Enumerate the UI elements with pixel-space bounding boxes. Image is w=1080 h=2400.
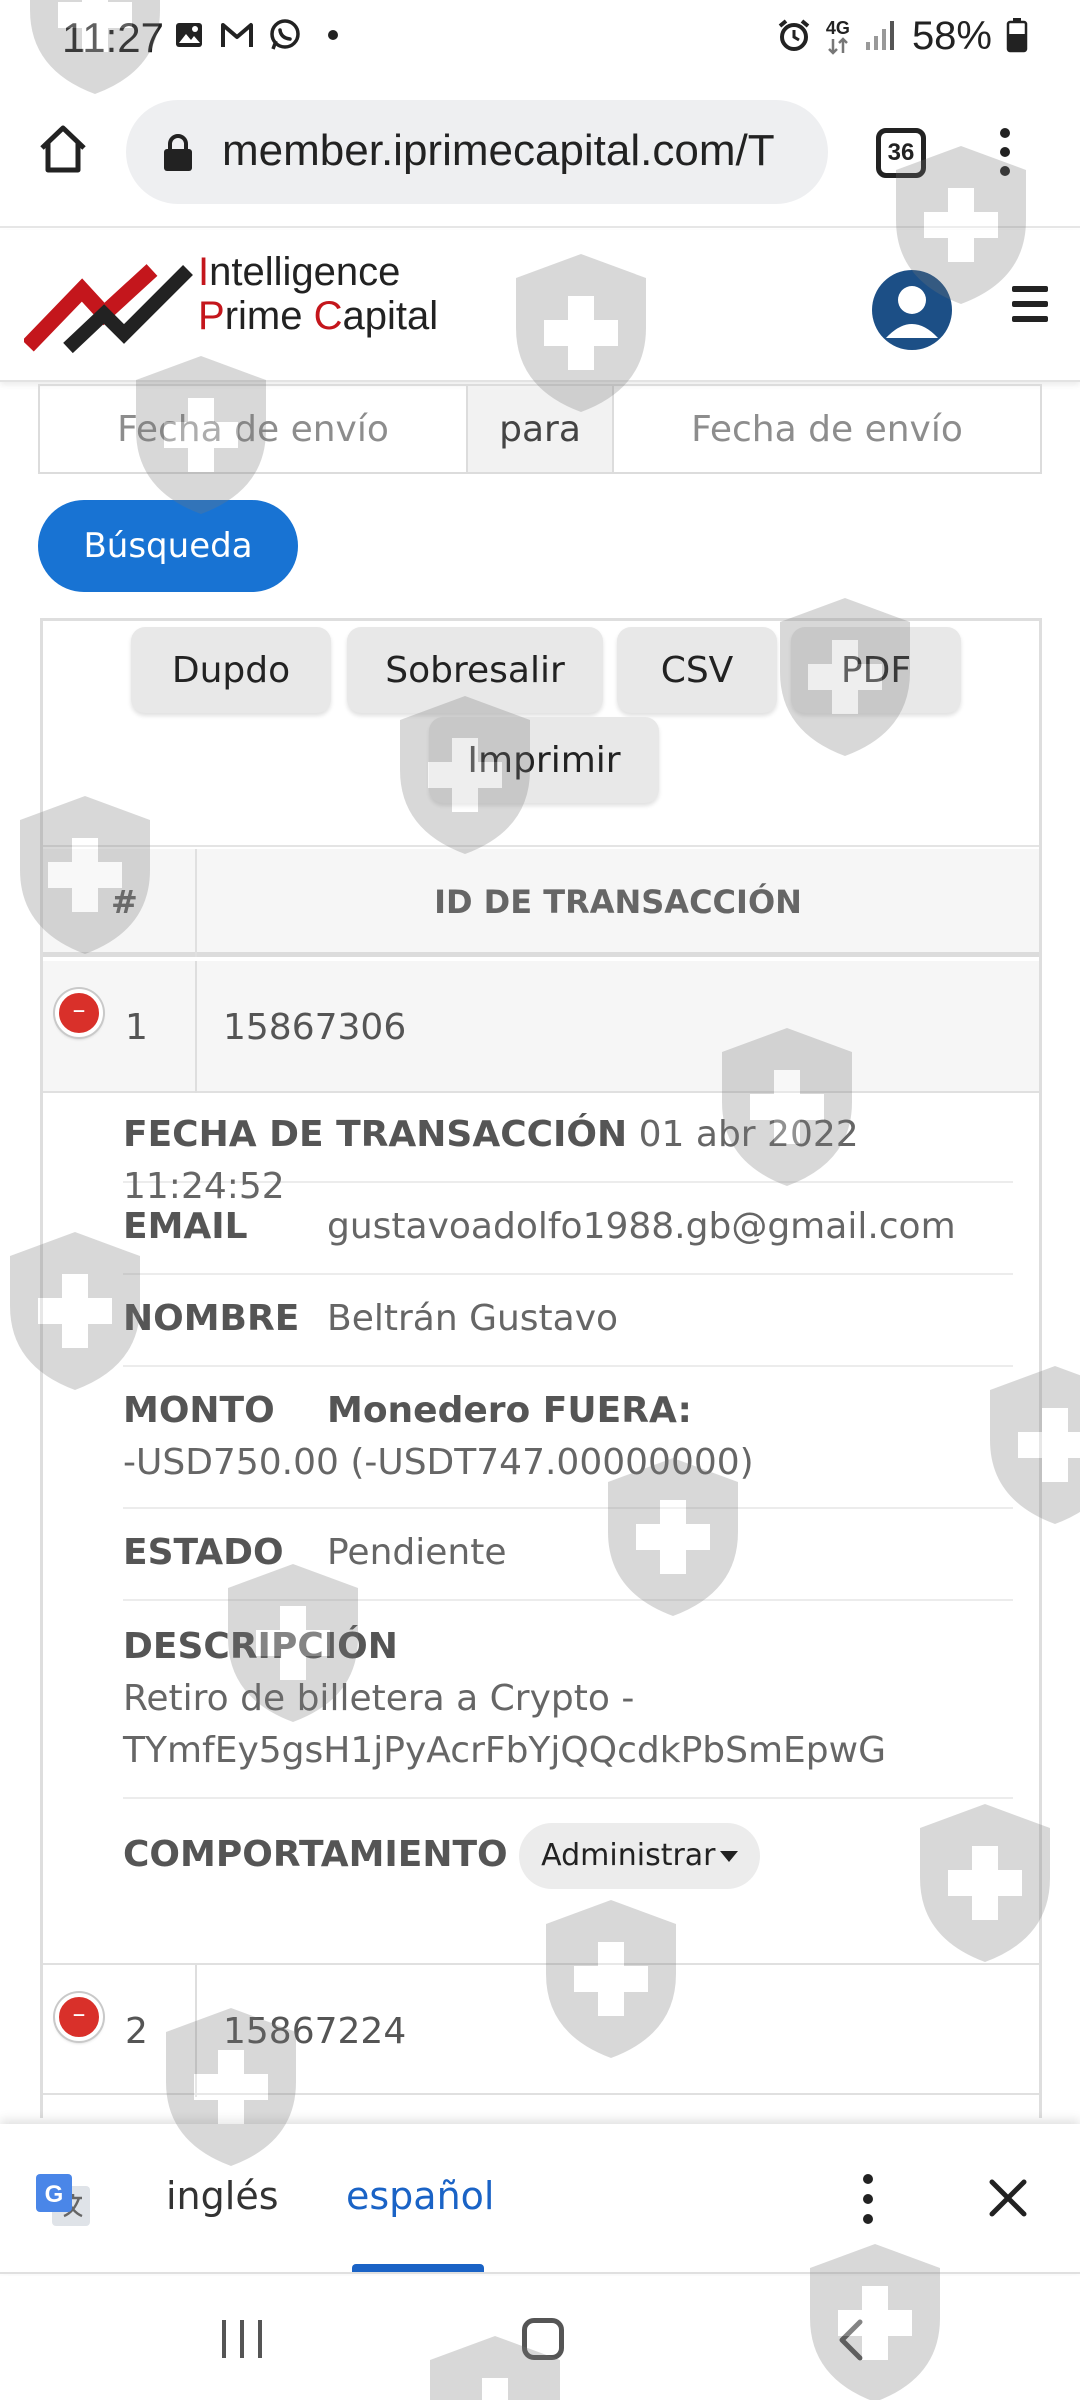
logo-word: ntelligence bbox=[209, 250, 401, 294]
gallery-icon bbox=[172, 18, 206, 52]
tab-switcher-button[interactable]: 36 bbox=[876, 128, 926, 178]
lock-icon bbox=[162, 134, 194, 172]
translate-menu-icon[interactable] bbox=[856, 2174, 880, 2224]
csv-button[interactable]: CSV bbox=[617, 627, 777, 713]
home-nav-icon[interactable] bbox=[522, 2318, 564, 2360]
google-translate-icon[interactable]: G bbox=[34, 2172, 92, 2230]
admin-dropdown-label: Administrar bbox=[541, 1838, 716, 1873]
logo-icon[interactable] bbox=[22, 250, 194, 360]
more-notifications-dot bbox=[316, 18, 350, 52]
collapse-row-icon[interactable]: – bbox=[55, 989, 103, 1037]
url-text: member.iprimecapital.com/T bbox=[222, 126, 775, 175]
detail-value: Pendiente bbox=[327, 1532, 507, 1573]
table-header: # ID DE TRANSACCIÓN bbox=[43, 849, 1039, 957]
system-status: 4G 58% bbox=[776, 14, 1028, 59]
signal-icon bbox=[864, 18, 898, 56]
network-type: 4G bbox=[825, 17, 850, 38]
detail-value: gustavoadolfo1988.gb@gmail.com bbox=[327, 1206, 956, 1247]
row-index: 2 bbox=[125, 2011, 148, 2052]
detail-description: DESCRIPCIÓN Retiro de billetera a Crypto… bbox=[123, 1601, 1013, 1799]
address-bar[interactable]: member.iprimecapital.com/T bbox=[126, 100, 828, 204]
browser-menu-icon[interactable] bbox=[990, 122, 1020, 182]
detail-label: EMAIL bbox=[123, 1206, 248, 1247]
logo-word: apital bbox=[342, 294, 439, 338]
detail-label: MONTO bbox=[123, 1390, 275, 1431]
detail-value: TYmfEy5gsH1jPyAcrFbYjQQcdkPbSmEpwG bbox=[123, 1730, 886, 1771]
detail-label: COMPORTAMIENTO bbox=[123, 1834, 508, 1875]
gmail-icon bbox=[220, 18, 254, 52]
logo-letter: C bbox=[313, 294, 343, 338]
column-divider bbox=[195, 961, 197, 1093]
language-source-tab[interactable]: inglés bbox=[166, 2174, 279, 2218]
whatsapp-icon bbox=[268, 18, 302, 52]
column-header-transaction-id[interactable]: ID DE TRANSACCIÓN bbox=[197, 883, 1039, 921]
active-tab-indicator bbox=[352, 2264, 484, 2272]
detail-label: DESCRIPCIÓN bbox=[123, 1626, 398, 1667]
admin-dropdown[interactable]: Administrar bbox=[519, 1823, 760, 1889]
notification-icons bbox=[172, 18, 350, 52]
row-transaction-id: 15867224 bbox=[223, 2011, 407, 2052]
collapse-row-icon[interactable]: – bbox=[55, 1993, 103, 2041]
table-row[interactable]: – 2 15867224 bbox=[43, 1963, 1039, 2097]
detail-value: Retiro de billetera a Crypto - bbox=[123, 1678, 635, 1719]
battery-percentage: 58% bbox=[911, 14, 992, 58]
detail-sublabel: Monedero FUERA: bbox=[327, 1390, 692, 1431]
status-bar: 11:27 4G 58% bbox=[0, 0, 1080, 78]
detail-label: FECHA DE TRANSACCIÓN bbox=[123, 1114, 628, 1155]
detail-name: NOMBRE Beltrán Gustavo bbox=[123, 1275, 1013, 1367]
svg-text:G: G bbox=[45, 2181, 64, 2208]
detail-value: Beltrán Gustavo bbox=[327, 1298, 619, 1339]
print-button[interactable]: Imprimir bbox=[429, 717, 659, 803]
language-target-tab[interactable]: español bbox=[346, 2174, 494, 2218]
transaction-details: FECHA DE TRANSACCIÓN 01 abr 2022 11:24:5… bbox=[123, 1091, 1013, 1899]
pdf-button[interactable]: PDF bbox=[791, 627, 961, 713]
logo-letter: I bbox=[198, 250, 210, 294]
detail-label: ESTADO bbox=[123, 1532, 284, 1573]
site-header: Intelligence Prime Capital bbox=[0, 230, 1080, 382]
detail-value: -USD750.00 (-USDT747.00000000) bbox=[123, 1442, 754, 1483]
system-nav-bar bbox=[0, 2276, 1080, 2400]
detail-date: FECHA DE TRANSACCIÓN 01 abr 2022 11:24:5… bbox=[123, 1091, 1013, 1207]
row-index: 1 bbox=[125, 1007, 148, 1048]
copy-button[interactable]: Dupdo bbox=[131, 627, 331, 713]
column-header-index[interactable]: # bbox=[111, 883, 138, 921]
back-icon[interactable] bbox=[832, 2316, 868, 2364]
logo-letter: P bbox=[198, 294, 225, 338]
alarm-icon bbox=[776, 17, 812, 57]
detail-behavior: COMPORTAMIENTO Administrar bbox=[123, 1799, 1013, 1899]
recent-apps-icon[interactable] bbox=[222, 2320, 262, 2358]
hamburger-menu-icon[interactable] bbox=[1012, 286, 1048, 322]
row-transaction-id: 15867306 bbox=[223, 1007, 407, 1048]
export-toolbar: Dupdo Sobresalir CSV PDF Imprimir bbox=[43, 621, 1039, 847]
user-avatar-icon[interactable] bbox=[872, 270, 952, 350]
logo-text[interactable]: Intelligence Prime Capital bbox=[198, 250, 438, 338]
detail-amount: MONTO Monedero FUERA: -USD750.00 (-USDT74… bbox=[123, 1367, 1013, 1509]
browser-toolbar: member.iprimecapital.com/T 36 bbox=[0, 78, 1080, 228]
column-divider bbox=[195, 1965, 197, 2097]
logo-word: rime bbox=[224, 294, 314, 338]
date-from-input[interactable]: Fecha de envío bbox=[40, 386, 466, 472]
date-to-input[interactable]: Fecha de envío bbox=[614, 386, 1040, 472]
chevron-down-icon bbox=[719, 1851, 738, 1862]
detail-label: NOMBRE bbox=[123, 1298, 300, 1339]
date-range-filter: Fecha de envío para Fecha de envío bbox=[38, 384, 1042, 474]
close-icon[interactable] bbox=[986, 2176, 1030, 2220]
date-range-connector: para bbox=[466, 386, 614, 472]
transactions-table: Dupdo Sobresalir CSV PDF Imprimir # ID D… bbox=[40, 618, 1042, 2118]
search-button[interactable]: Búsqueda bbox=[38, 500, 298, 592]
detail-status: ESTADO Pendiente bbox=[123, 1509, 1013, 1601]
battery-icon bbox=[1006, 17, 1028, 57]
table-row[interactable]: – 1 15867306 bbox=[43, 961, 1039, 1093]
home-icon[interactable] bbox=[36, 122, 90, 176]
status-time: 11:27 bbox=[62, 14, 164, 61]
translate-bar: G inglés español bbox=[0, 2124, 1080, 2274]
excel-button[interactable]: Sobresalir bbox=[347, 627, 603, 713]
network-4g-icon: 4G bbox=[826, 19, 850, 55]
